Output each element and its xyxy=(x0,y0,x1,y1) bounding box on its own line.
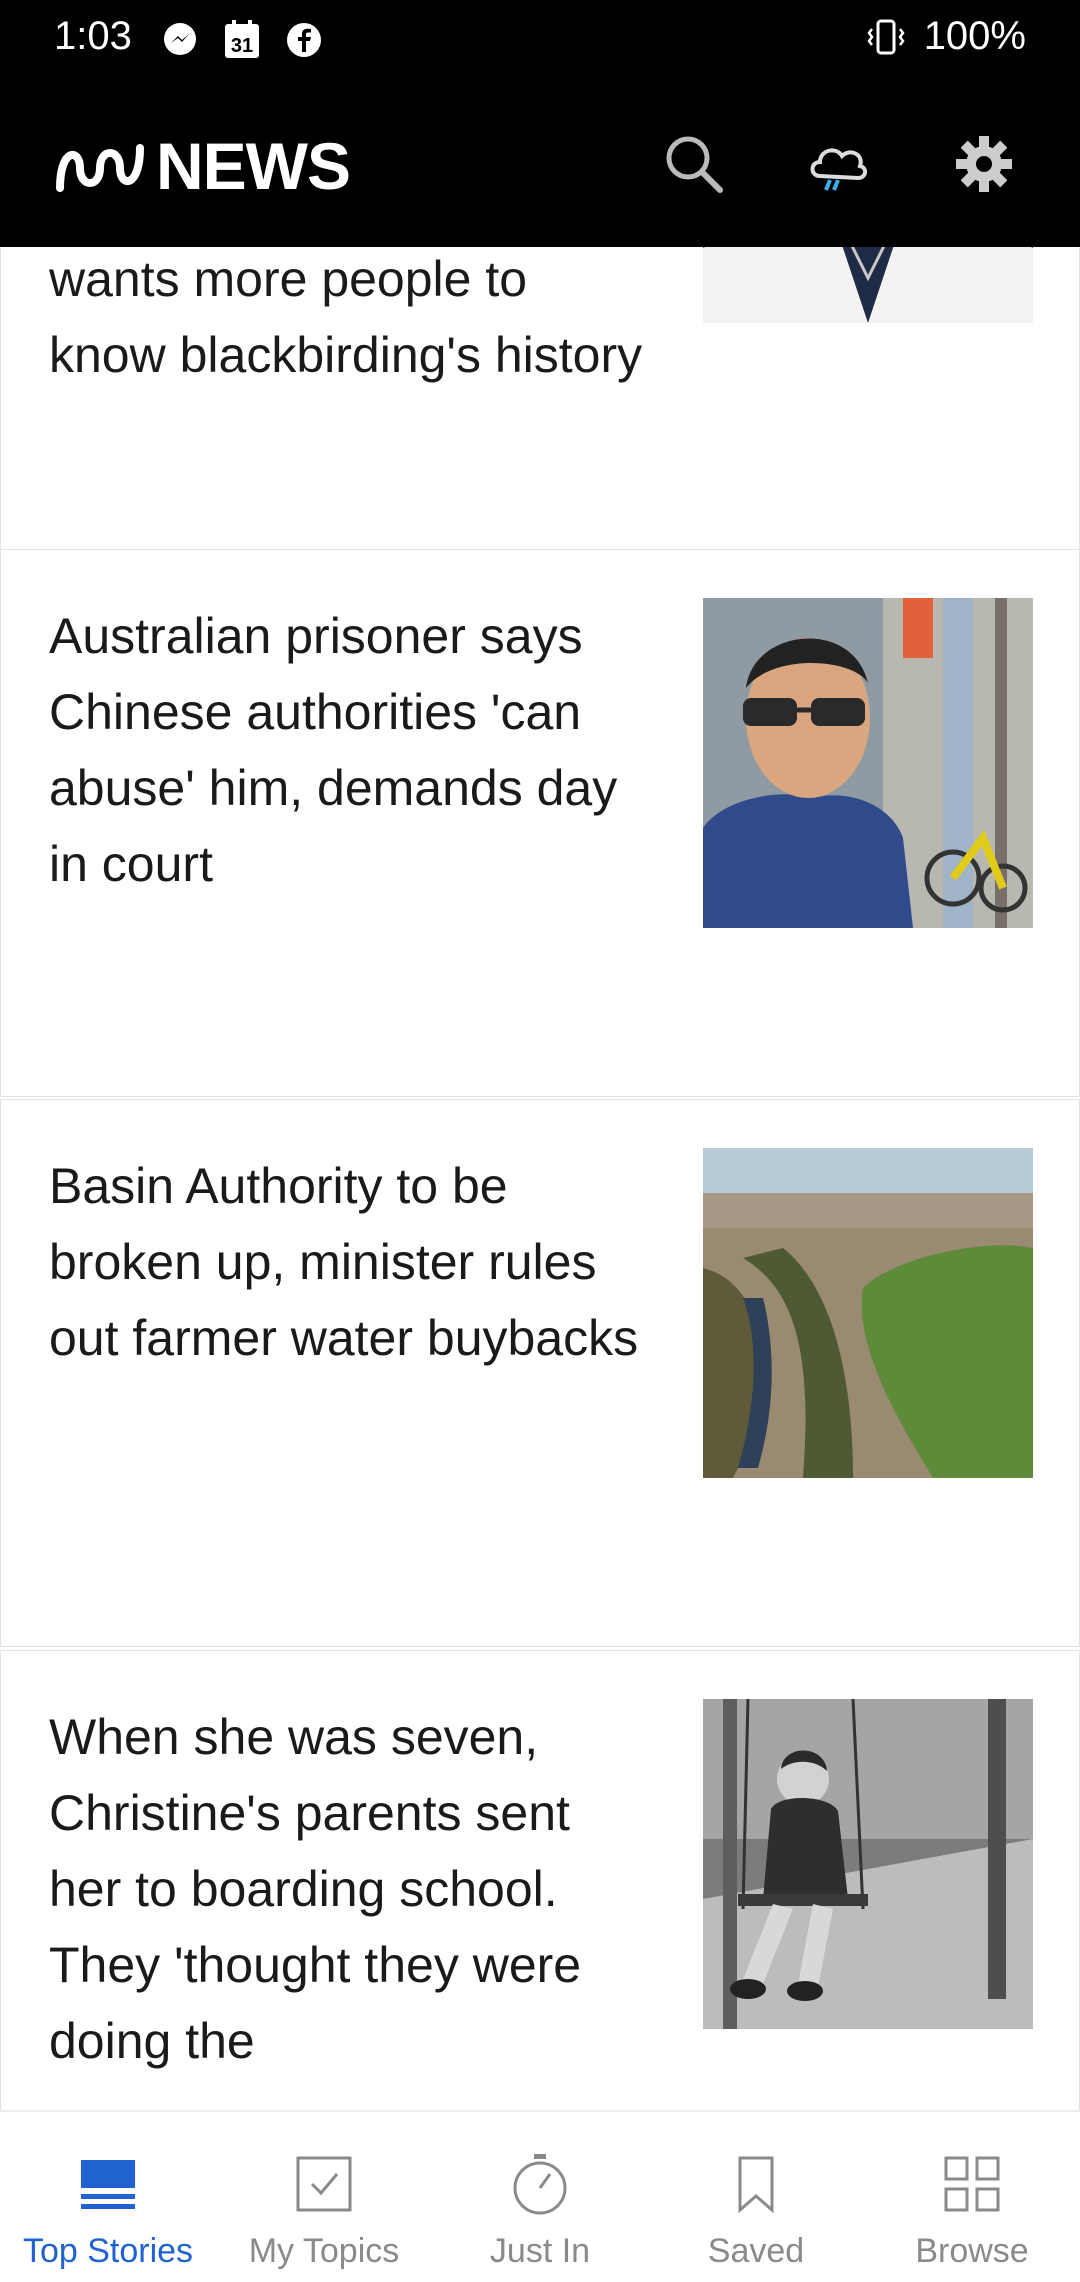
nav-label: Just In xyxy=(489,2232,591,2270)
bottom-navigation: Top Stories My Topics Just In Saved Brow… xyxy=(0,2110,1080,2282)
nav-saved[interactable]: Saved xyxy=(648,2112,864,2282)
story-card[interactable]: Basin Authority to be broken up, ministe… xyxy=(0,1099,1080,1647)
stopwatch-icon xyxy=(500,2144,580,2224)
story-thumbnail xyxy=(703,1699,1033,2029)
status-time: 1:03 xyxy=(54,14,132,58)
story-thumbnail xyxy=(703,598,1033,928)
gear-icon xyxy=(956,136,1012,192)
story-thumbnail xyxy=(703,1148,1033,1478)
story-title: Australian prisoner says Chinese authori… xyxy=(49,608,618,892)
nav-just-in[interactable]: Just In xyxy=(432,2112,648,2282)
facebook-icon xyxy=(284,20,324,60)
nav-label: My Topics xyxy=(248,2232,400,2270)
bookmark-icon xyxy=(716,2144,796,2224)
story-card[interactable]: Australian prisoner says Chinese authori… xyxy=(0,549,1080,1097)
story-card[interactable]: When she was seven, Christine's parents … xyxy=(0,1650,1080,2110)
nav-label: Saved xyxy=(707,2232,805,2270)
app-bar: NEWS xyxy=(0,82,1080,247)
abc-news-logo[interactable]: NEWS xyxy=(54,128,351,204)
nav-browse[interactable]: Browse xyxy=(864,2112,1080,2282)
grid-icon xyxy=(932,2144,1012,2224)
vibrate-icon xyxy=(866,17,906,57)
nav-label: Browse xyxy=(915,2232,1029,2270)
story-title: Basin Authority to be broken up, ministe… xyxy=(49,1158,639,1366)
calendar-day: 31 xyxy=(231,35,253,57)
weather-icon xyxy=(810,148,867,191)
calendar-icon: 31 xyxy=(222,20,262,60)
search-icon xyxy=(666,136,723,193)
status-right: 100% xyxy=(866,14,1026,59)
battery-level: 100% xyxy=(923,14,1026,58)
search-button[interactable] xyxy=(654,124,734,204)
top-stories-icon xyxy=(68,2144,148,2224)
story-thumbnail xyxy=(703,247,1033,323)
settings-button[interactable] xyxy=(944,124,1024,204)
abc-logo-icon xyxy=(56,144,144,192)
nav-label: Top Stories xyxy=(22,2232,194,2270)
nav-top-stories[interactable]: Top Stories xyxy=(0,2112,216,2282)
messenger-icon xyxy=(160,20,200,60)
status-notification-icons: 31 xyxy=(160,20,324,60)
checkbox-icon xyxy=(284,2144,364,2224)
status-bar: 1:03 31 100% xyxy=(0,0,1080,82)
weather-button[interactable] xyxy=(798,124,878,204)
brand-text: NEWS xyxy=(156,129,351,203)
story-feed[interactable]: wants more people to know blackbirding's… xyxy=(0,247,1080,2110)
story-title: wants more people to know blackbirding's… xyxy=(49,251,643,383)
story-title: When she was seven, Christine's parents … xyxy=(49,1709,582,2069)
nav-my-topics[interactable]: My Topics xyxy=(216,2112,432,2282)
